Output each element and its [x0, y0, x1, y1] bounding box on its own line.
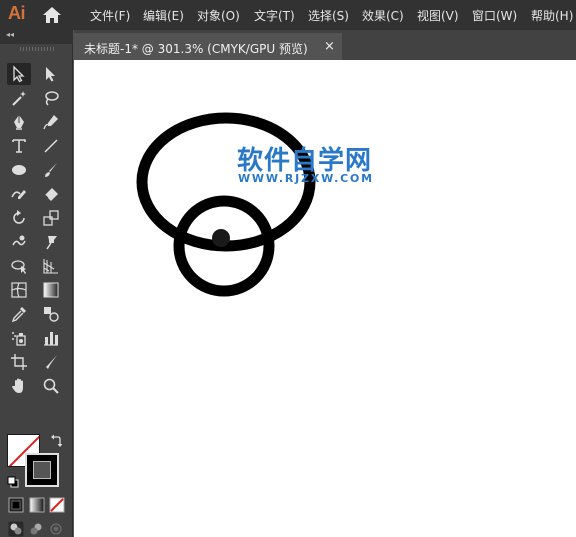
type-tool[interactable]	[7, 135, 31, 157]
mesh-tool-icon	[11, 282, 27, 298]
blend-tool-icon	[44, 307, 59, 322]
rotate-tool[interactable]	[7, 207, 31, 229]
collapse-panel-icon[interactable]: ◂◂	[6, 30, 14, 39]
menu-effect[interactable]: 效果(C)	[362, 7, 404, 24]
direct-selection-tool-icon	[46, 67, 55, 82]
menu-file[interactable]: 文件(F)	[90, 7, 130, 24]
menu-window[interactable]: 窗口(W)	[472, 7, 517, 24]
app-logo: Ai	[8, 3, 26, 23]
pen-tool[interactable]	[7, 111, 31, 133]
menu-object[interactable]: 对象(O)	[197, 7, 240, 24]
shape-builder-tool-icon	[11, 260, 26, 274]
shaper-tool[interactable]	[7, 183, 31, 205]
menu-select[interactable]: 选择(S)	[308, 7, 349, 24]
selection-tool-icon	[13, 65, 25, 83]
eyedropper-tool[interactable]	[7, 303, 31, 325]
swap-fill-stroke-icon[interactable]	[50, 434, 62, 448]
curvature-tool-icon	[43, 115, 58, 130]
panel-grip[interactable]	[20, 47, 54, 51]
slice-tool[interactable]	[39, 351, 63, 373]
pen-tool-icon	[14, 115, 24, 130]
perspective-grid-tool[interactable]	[39, 255, 63, 277]
direct-selection-tool[interactable]	[39, 63, 63, 85]
menu-help[interactable]: 帮助(H)	[531, 7, 573, 24]
puppet-warp-tool-icon	[46, 236, 57, 250]
zoom-tool-icon	[43, 378, 59, 394]
stroke-swatch[interactable]	[25, 453, 59, 487]
eraser-tool-icon	[44, 188, 58, 201]
gradient-tool[interactable]	[39, 279, 63, 301]
hand-tool-icon	[12, 378, 23, 393]
column-graph-tool-icon	[44, 332, 58, 346]
center-dot[interactable]	[212, 229, 230, 247]
scale-tool-icon	[43, 210, 59, 226]
menu-edit[interactable]: 编辑(E)	[143, 7, 184, 24]
scale-tool[interactable]	[39, 207, 63, 229]
tools-panel-header: ◂◂	[0, 30, 73, 44]
mesh-tool[interactable]	[7, 279, 31, 301]
artboard-canvas[interactable]: 软件自学网 WWW.RJZXW.COM	[74, 60, 576, 537]
curvature-tool[interactable]	[39, 111, 63, 133]
type-tool-icon	[12, 139, 26, 153]
menu-type[interactable]: 文字(T)	[254, 7, 295, 24]
slice-tool-icon	[46, 355, 57, 369]
magic-wand-tool-icon	[12, 91, 26, 106]
selection-tool[interactable]	[7, 63, 31, 85]
magic-wand-tool[interactable]	[7, 87, 31, 109]
line-segment-tool-icon	[44, 139, 58, 153]
tools-panel: ◂◂	[0, 30, 73, 537]
symbol-sprayer-tool-icon	[12, 332, 26, 346]
artboard-tool-icon	[11, 354, 27, 370]
shaper-tool-icon	[11, 190, 26, 199]
line-segment-tool[interactable]	[39, 135, 63, 157]
rotate-tool-icon	[13, 210, 25, 224]
watermark-url: WWW.RJZXW.COM	[238, 172, 374, 185]
symbol-sprayer-tool[interactable]	[7, 327, 31, 349]
close-tab-icon[interactable]: ×	[324, 39, 335, 54]
perspective-grid-tool-icon	[43, 259, 58, 274]
gradient-tool-icon	[43, 282, 59, 298]
document-tab[interactable]: 未标题-1* @ 301.3% (CMYK/GPU 预览) ×	[74, 33, 342, 60]
puppet-warp-tool[interactable]	[39, 231, 63, 253]
eraser-tool[interactable]	[39, 183, 63, 205]
lasso-tool-icon	[45, 91, 59, 106]
stroke-swatch-inner	[33, 461, 51, 479]
menu-bar: Ai 文件(F) 编辑(E) 对象(O) 文字(T) 选择(S) 效果(C) 视…	[0, 0, 576, 30]
ellipse-tool-icon	[12, 165, 26, 175]
none-mode-icon[interactable]	[49, 497, 65, 513]
eyedropper-tool-icon	[11, 307, 26, 323]
hand-tool[interactable]	[7, 375, 31, 397]
gradient-mode-icon[interactable]	[29, 497, 45, 513]
zoom-tool[interactable]	[39, 375, 63, 397]
warp-tool[interactable]	[7, 231, 31, 253]
column-graph-tool[interactable]	[39, 327, 63, 349]
menu-view[interactable]: 视图(V)	[417, 7, 459, 24]
warp-tool-icon	[12, 235, 26, 246]
document-tab-bar: 未标题-1* @ 301.3% (CMYK/GPU 预览) ×	[74, 30, 576, 60]
color-mode-icon[interactable]	[8, 497, 24, 513]
home-icon[interactable]	[42, 6, 62, 24]
paintbrush-tool-icon	[45, 163, 57, 177]
draw-normal-icon[interactable]	[8, 521, 24, 537]
document-tab-title: 未标题-1* @ 301.3% (CMYK/GPU 预览)	[84, 42, 308, 56]
shape-builder-tool[interactable]	[7, 255, 31, 277]
lasso-tool[interactable]	[39, 87, 63, 109]
artboard-tool[interactable]	[7, 351, 31, 373]
artwork	[136, 112, 316, 297]
draw-behind-icon[interactable]	[28, 521, 44, 537]
default-colors-icon[interactable]	[7, 476, 19, 488]
blend-tool[interactable]	[39, 303, 63, 325]
ellipse-tool[interactable]	[7, 159, 31, 181]
draw-inside-icon[interactable]	[48, 521, 64, 537]
paintbrush-tool[interactable]	[39, 159, 63, 181]
